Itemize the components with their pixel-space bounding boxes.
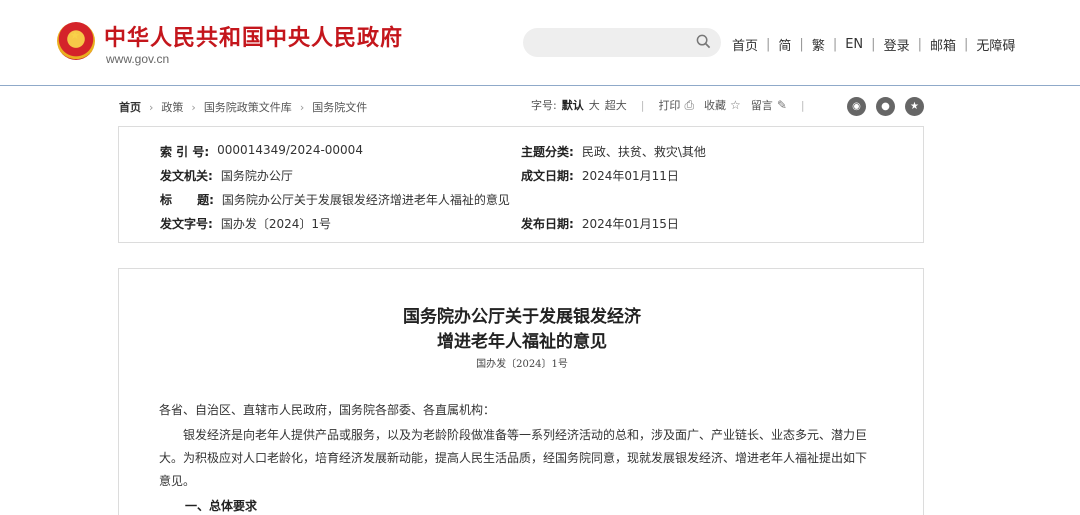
- info-key: 主题分类:: [521, 145, 574, 159]
- info-value: 2024年01月11日: [581, 169, 679, 183]
- comment-button[interactable]: 留言: [751, 97, 773, 113]
- info-key: 成文日期:: [521, 169, 574, 183]
- article-title-line1: 国务院办公厅关于发展银发经济: [403, 307, 641, 327]
- site-title[interactable]: 中华人民共和国中央人民政府: [104, 20, 403, 52]
- nav-simplified[interactable]: 简: [778, 35, 791, 54]
- chevron-right-icon: ›: [191, 100, 196, 114]
- nav-traditional[interactable]: 繁: [812, 35, 825, 54]
- nav-divider: |: [766, 37, 771, 52]
- nav-mailbox[interactable]: 邮箱: [930, 35, 956, 54]
- info-issuer: 发文机关: 国务院办公厅: [160, 167, 293, 184]
- font-size-label: 字号:: [531, 99, 557, 112]
- document-info-box: 索 引 号: 000014349/2024-00004 主题分类: 民政、扶贫、…: [118, 126, 924, 243]
- weibo-icon[interactable]: ◉: [847, 97, 866, 116]
- breadcrumb-policy-library[interactable]: 国务院政策文件库: [204, 99, 292, 115]
- info-value: 2024年01月15日: [581, 217, 679, 231]
- nav-login[interactable]: 登录: [884, 35, 910, 54]
- star-share-icon[interactable]: ★: [905, 97, 924, 116]
- article-body: 国务院办公厅关于发展银发经济 增进老年人福祉的意见 国办发〔2024〕1号 各省…: [118, 268, 924, 515]
- nav-divider: |: [917, 37, 922, 52]
- info-published-date: 发布日期: 2024年01月15日: [521, 215, 679, 232]
- nav-divider: |: [799, 37, 804, 52]
- site-header: ★ 中华人民共和国中央人民政府 www.gov.cn 首页 | 简 | 繁 | EN |…: [0, 0, 1080, 86]
- info-key: 发布日期:: [521, 217, 574, 231]
- info-value: 国务院办公厅: [220, 169, 293, 183]
- national-emblem-icon[interactable]: ★: [57, 22, 95, 60]
- tools-divider: |: [640, 98, 645, 112]
- search-icon[interactable]: [696, 34, 711, 49]
- paragraph-line: 银发经济是向老年人提供产品或服务，以及为老龄阶段做准备等一系列经济活动的总和，涉…: [183, 428, 868, 442]
- article-doc-number: 国办发〔2024〕1号: [476, 359, 568, 370]
- font-default-button[interactable]: 默认: [562, 97, 584, 113]
- info-doc-number: 发文字号: 国办发〔2024〕1号: [160, 215, 331, 232]
- nav-english[interactable]: EN: [845, 37, 863, 52]
- info-key: 发文机关:: [160, 169, 213, 183]
- info-key: 索 引 号:: [160, 145, 210, 159]
- breadcrumb: 首页 › 政策 › 国务院政策文件库 › 国务院文件: [119, 99, 367, 115]
- breadcrumb-home[interactable]: 首页: [119, 99, 141, 115]
- paragraph-line: 大。为积极应对人口老龄化，培育经济发展新动能，提高人民生活品质，经国务院同意，现…: [159, 451, 868, 465]
- nav-accessibility[interactable]: 无障碍: [976, 35, 1015, 54]
- info-value: 国办发〔2024〕1号: [220, 217, 331, 231]
- info-created-date: 成文日期: 2024年01月11日: [521, 167, 679, 184]
- wechat-icon[interactable]: ●: [876, 97, 895, 116]
- info-topic: 主题分类: 民政、扶贫、救灾\其他: [521, 143, 706, 160]
- article-title-line2: 增进老年人福祉的意见: [437, 332, 607, 352]
- info-key: 标 题:: [160, 193, 214, 207]
- print-button[interactable]: 打印: [658, 97, 680, 113]
- info-title: 标 题: 国务院办公厅关于发展银发经济增进老年人福祉的意见: [160, 191, 510, 208]
- star-icon[interactable]: ☆: [730, 98, 741, 112]
- pencil-icon[interactable]: ✎: [777, 98, 787, 112]
- tools-divider: |: [800, 98, 805, 112]
- salutation: 各省、自治区、直辖市人民政府，国务院各部委、各直属机构：: [159, 403, 496, 417]
- search-input[interactable]: [523, 28, 721, 57]
- font-large-button[interactable]: 大: [589, 97, 600, 113]
- favorite-button[interactable]: 收藏: [704, 97, 726, 113]
- nav-divider: |: [832, 37, 838, 52]
- nav-divider: |: [963, 37, 969, 52]
- chevron-right-icon: ›: [299, 100, 305, 114]
- printer-icon[interactable]: ⎙: [684, 98, 694, 113]
- info-key: 发文字号:: [160, 217, 213, 231]
- site-url: www.gov.cn: [106, 52, 170, 66]
- top-nav: 首页 | 简 | 繁 | EN | 登录 | 邮箱 | 无障碍: [732, 35, 1015, 54]
- info-value: 民政、扶贫、救灾\其他: [581, 145, 706, 159]
- article-tools: 字号: 默认 大 超大 | 打印 ⎙ 收藏 ☆ 留言 ✎ |: [531, 97, 819, 113]
- section-heading: 一、总体要求: [185, 499, 258, 513]
- breadcrumb-state-council-docs[interactable]: 国务院文件: [312, 99, 367, 115]
- nav-divider: |: [871, 37, 876, 52]
- info-value: 国务院办公厅关于发展银发经济增进老年人福祉的意见: [221, 193, 510, 207]
- font-xlarge-button[interactable]: 超大: [605, 97, 627, 113]
- chevron-right-icon: ›: [149, 100, 154, 114]
- info-value: 000014349/2024-00004: [217, 143, 363, 157]
- info-index: 索 引 号: 000014349/2024-00004: [160, 143, 363, 160]
- paragraph-line: 意见。: [159, 474, 196, 488]
- nav-home[interactable]: 首页: [732, 35, 758, 54]
- breadcrumb-policy[interactable]: 政策: [161, 99, 183, 115]
